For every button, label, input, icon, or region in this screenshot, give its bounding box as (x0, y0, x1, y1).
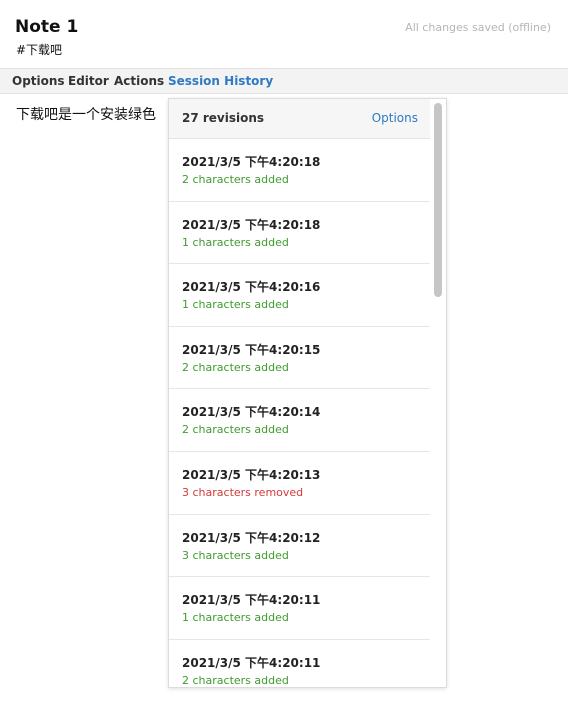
revision-time: 2021/3/5 下午4:20:11 (182, 593, 321, 608)
history-scrollbar[interactable] (430, 99, 446, 687)
revision-time: 2021/3/5 下午4:20:14 (182, 405, 321, 420)
menu-editor[interactable]: Editor (68, 74, 109, 88)
revision-count: 27 revisions (182, 111, 265, 125)
revision-item[interactable]: 2021/3/5 下午4:20:13 3 characters removed (169, 452, 431, 515)
editor-content[interactable]: 下载吧是一个安装绿色 (16, 104, 168, 124)
revision-change: 2 characters added (182, 173, 289, 186)
note-header: Note 1 #下载吧 All changes saved (offline) (0, 0, 568, 68)
revision-item[interactable]: 2021/3/5 下午4:20:15 2 characters added (169, 327, 431, 390)
note-title[interactable]: Note 1 (15, 17, 78, 37)
revision-item[interactable]: 2021/3/5 下午4:20:16 1 characters added (169, 264, 431, 327)
menu-actions[interactable]: Actions (114, 74, 164, 88)
revision-change: 3 characters removed (182, 485, 304, 499)
revision-change: 3 characters added (182, 548, 289, 562)
note-tag[interactable]: #下载吧 (16, 41, 62, 58)
revision-list: 2021/3/5 下午4:20:18 2 characters added 20… (169, 139, 431, 687)
revision-time: 2021/3/5 下午4:20:12 (182, 530, 321, 545)
revision-change: 1 characters added (182, 611, 289, 625)
revision-item[interactable]: 2021/3/5 下午4:20:14 2 characters added (169, 389, 431, 452)
session-history-panel: 27 revisions Options 2021/3/5 下午4:20:18 … (168, 98, 447, 688)
menu-session-history[interactable]: Session History (168, 74, 273, 88)
revision-time: 2021/3/5 下午4:20:11 (182, 655, 321, 670)
revision-item[interactable]: 2021/3/5 下午4:20:12 3 characters added (169, 515, 431, 578)
revision-change: 1 characters added (182, 235, 289, 249)
revision-item[interactable]: 2021/3/5 下午4:20:11 2 characters added (169, 640, 431, 687)
revision-time: 2021/3/5 下午4:20:18 (182, 217, 321, 232)
scrollbar-thumb[interactable] (434, 103, 442, 297)
menu-options[interactable]: Options (12, 74, 65, 88)
revision-change: 2 characters added (182, 360, 289, 374)
history-header: 27 revisions Options (169, 99, 431, 139)
revision-change: 2 characters added (182, 423, 289, 437)
save-status: All changes saved (offline) (405, 21, 551, 34)
revision-time: 2021/3/5 下午4:20:16 (182, 280, 321, 295)
revision-item[interactable]: 2021/3/5 下午4:20:18 2 characters added (169, 139, 431, 202)
revision-item[interactable]: 2021/3/5 下午4:20:11 1 characters added (169, 577, 431, 640)
history-options-link[interactable]: Options (372, 111, 418, 125)
revision-change: 2 characters added (182, 673, 289, 687)
revision-time: 2021/3/5 下午4:20:13 (182, 467, 321, 482)
revision-item[interactable]: 2021/3/5 下午4:20:18 1 characters added (169, 202, 431, 265)
revision-time: 2021/3/5 下午4:20:15 (182, 342, 321, 357)
menu-bar: Options Editor Actions Session History (0, 68, 568, 94)
revision-change: 1 characters added (182, 298, 289, 312)
revision-time: 2021/3/5 下午4:20:18 (182, 155, 321, 169)
